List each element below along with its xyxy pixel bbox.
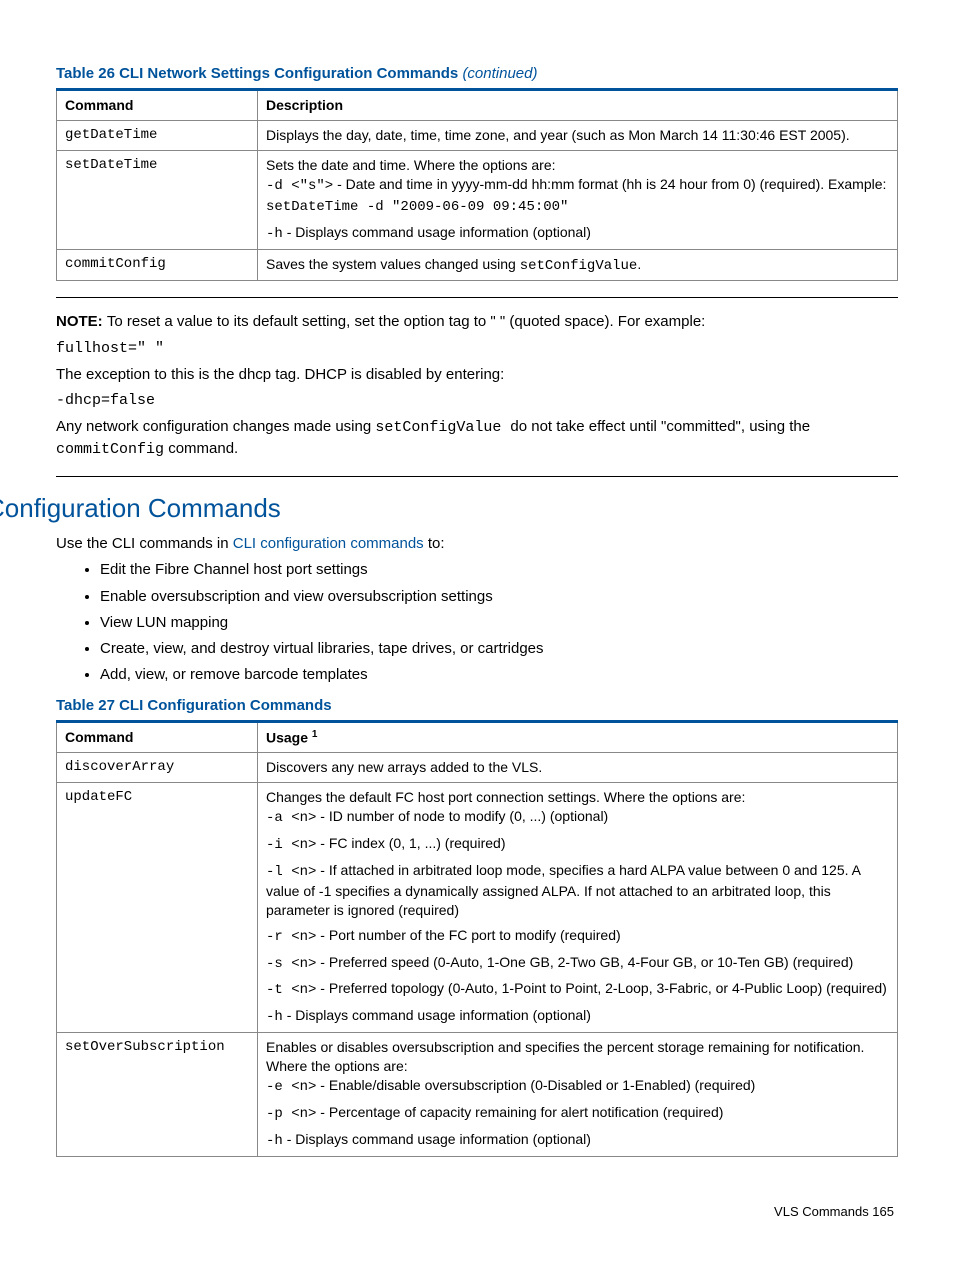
table-row: updateFC Changes the default FC host por…	[57, 783, 898, 1033]
note-line3-post: command.	[164, 440, 238, 457]
cmd-commitconfig: commitConfig	[57, 249, 258, 281]
flag-h: -h	[266, 226, 283, 242]
table27: Command Usage 1 discoverArray Discovers …	[56, 720, 898, 1157]
flag-a-rest: - ID number of node to modify (0, ...) (…	[316, 808, 608, 824]
table26: Command Description getDateTime Displays…	[56, 88, 898, 281]
desc-setoversubscription: Enables or disables oversubscription and…	[258, 1033, 898, 1156]
cmd-setdatetime: setDateTime	[57, 151, 258, 250]
flag-i: -i <n>	[266, 837, 316, 853]
table26-caption: Table 26 CLI Network Settings Configurat…	[56, 64, 898, 84]
flag-i-rest: - FC index (0, 1, ...) (required)	[316, 835, 505, 851]
page-footer: VLS Commands 165	[56, 1203, 898, 1221]
note-block: NOTE: To reset a value to its default se…	[56, 297, 898, 477]
flag-r: -r <n>	[266, 929, 316, 945]
desc-setdatetime: Sets the date and time. Where the option…	[258, 151, 898, 250]
note-mono2: -dhcp=false	[56, 391, 898, 411]
cmd-discoverarray: discoverArray	[57, 753, 258, 783]
note-line3-mid: do not take effect until "committed", us…	[510, 418, 810, 435]
flag-r-rest: - Port number of the FC port to modify (…	[316, 927, 620, 943]
flag-a: -a <n>	[266, 810, 316, 826]
desc-post: .	[637, 256, 641, 272]
flag-s-rest: - Preferred speed (0-Auto, 1-One GB, 2-T…	[316, 954, 853, 970]
desc-commitconfig: Saves the system values changed using se…	[258, 249, 898, 281]
bullet-list: Edit the Fibre Channel host port setting…	[56, 560, 898, 685]
flag-p-rest: - Percentage of capacity remaining for a…	[316, 1104, 723, 1120]
cmd-getdatetime: getDateTime	[57, 121, 258, 151]
intro-paragraph: Use the CLI commands in CLI configuratio…	[56, 534, 898, 554]
note-line3-mono2: commitConfig	[56, 441, 164, 458]
desc-intro: Sets the date and time. Where the option…	[266, 157, 556, 173]
note-line3-mono1: setConfigValue	[375, 419, 510, 436]
note-line1: To reset a value to its default setting,…	[107, 313, 705, 330]
cmd-setoversubscription: setOverSubscription	[57, 1033, 258, 1156]
table-row: setOverSubscription Enables or disables …	[57, 1033, 898, 1156]
table-row: commitConfig Saves the system values cha…	[57, 249, 898, 281]
flag-l: -l <n>	[266, 864, 316, 880]
flag-h: -h	[266, 1133, 283, 1149]
cli-config-commands-link[interactable]: CLI configuration commands	[233, 535, 424, 552]
table26-caption-continued: (continued)	[462, 65, 537, 82]
list-item: Enable oversubscription and view oversub…	[100, 587, 898, 607]
table-header-row: Command Usage 1	[57, 721, 898, 753]
table27-caption: Table 27 CLI Configuration Commands	[56, 696, 898, 716]
flag-t-rest: - Preferred topology (0-Auto, 1-Point to…	[316, 980, 886, 996]
desc-updatefc: Changes the default FC host port connect…	[258, 783, 898, 1033]
th-description: Description	[258, 90, 898, 121]
table-row: discoverArray Discovers any new arrays a…	[57, 753, 898, 783]
th-usage: Usage 1	[258, 721, 898, 753]
flag-h-rest: - Displays command usage information (op…	[283, 1007, 591, 1023]
footnote-1-marker: 1	[312, 729, 318, 740]
note-label: NOTE:	[56, 313, 107, 330]
list-item: View LUN mapping	[100, 613, 898, 633]
th-usage-text: Usage	[266, 729, 312, 745]
intro-pre: Use the CLI commands in	[56, 535, 233, 552]
flag-d: -d <"s">	[266, 178, 333, 194]
table-row: getDateTime Displays the day, date, time…	[57, 121, 898, 151]
table-header-row: Command Description	[57, 90, 898, 121]
flag-d-rest: - Date and time in yyyy-mm-dd hh:mm form…	[333, 176, 886, 192]
desc-discoverarray: Discovers any new arrays added to the VL…	[258, 753, 898, 783]
setoversub-intro: Enables or disables oversubscription and…	[266, 1039, 864, 1074]
table26-caption-main: Table 26 CLI Network Settings Configurat…	[56, 65, 462, 82]
desc-getdatetime: Displays the day, date, time, time zone,…	[258, 121, 898, 151]
note-mono1: fullhost=" "	[56, 339, 898, 359]
list-item: Create, view, and destroy virtual librar…	[100, 639, 898, 659]
flag-h-rest: - Displays command usage information (op…	[283, 224, 591, 240]
list-item: Add, view, or remove barcode templates	[100, 665, 898, 685]
flag-h-rest: - Displays command usage information (op…	[283, 1131, 591, 1147]
note-line2: The exception to this is the dhcp tag. D…	[56, 365, 898, 385]
flag-l-rest: - If attached in arbitrated loop mode, s…	[266, 862, 860, 918]
section-heading: Configuration Commands	[0, 491, 898, 526]
note-line3-pre: Any network configuration changes made u…	[56, 418, 375, 435]
th-command: Command	[57, 90, 258, 121]
updatefc-intro: Changes the default FC host port connect…	[266, 789, 745, 805]
flag-e-rest: - Enable/disable oversubscription (0-Dis…	[316, 1077, 755, 1093]
flag-t: -t <n>	[266, 982, 316, 998]
flag-h: -h	[266, 1009, 283, 1025]
flag-e: -e <n>	[266, 1079, 316, 1095]
desc-pre: Saves the system values changed using	[266, 256, 520, 272]
flag-s: -s <n>	[266, 956, 316, 972]
flag-p: -p <n>	[266, 1106, 316, 1122]
desc-mono: setConfigValue	[520, 258, 638, 274]
list-item: Edit the Fibre Channel host port setting…	[100, 560, 898, 580]
intro-post: to:	[424, 535, 445, 552]
table-row: setDateTime Sets the date and time. Wher…	[57, 151, 898, 250]
cmd-updatefc: updateFC	[57, 783, 258, 1033]
th-command: Command	[57, 721, 258, 753]
example-setdatetime: setDateTime -d "2009-06-09 09:45:00"	[266, 199, 568, 215]
